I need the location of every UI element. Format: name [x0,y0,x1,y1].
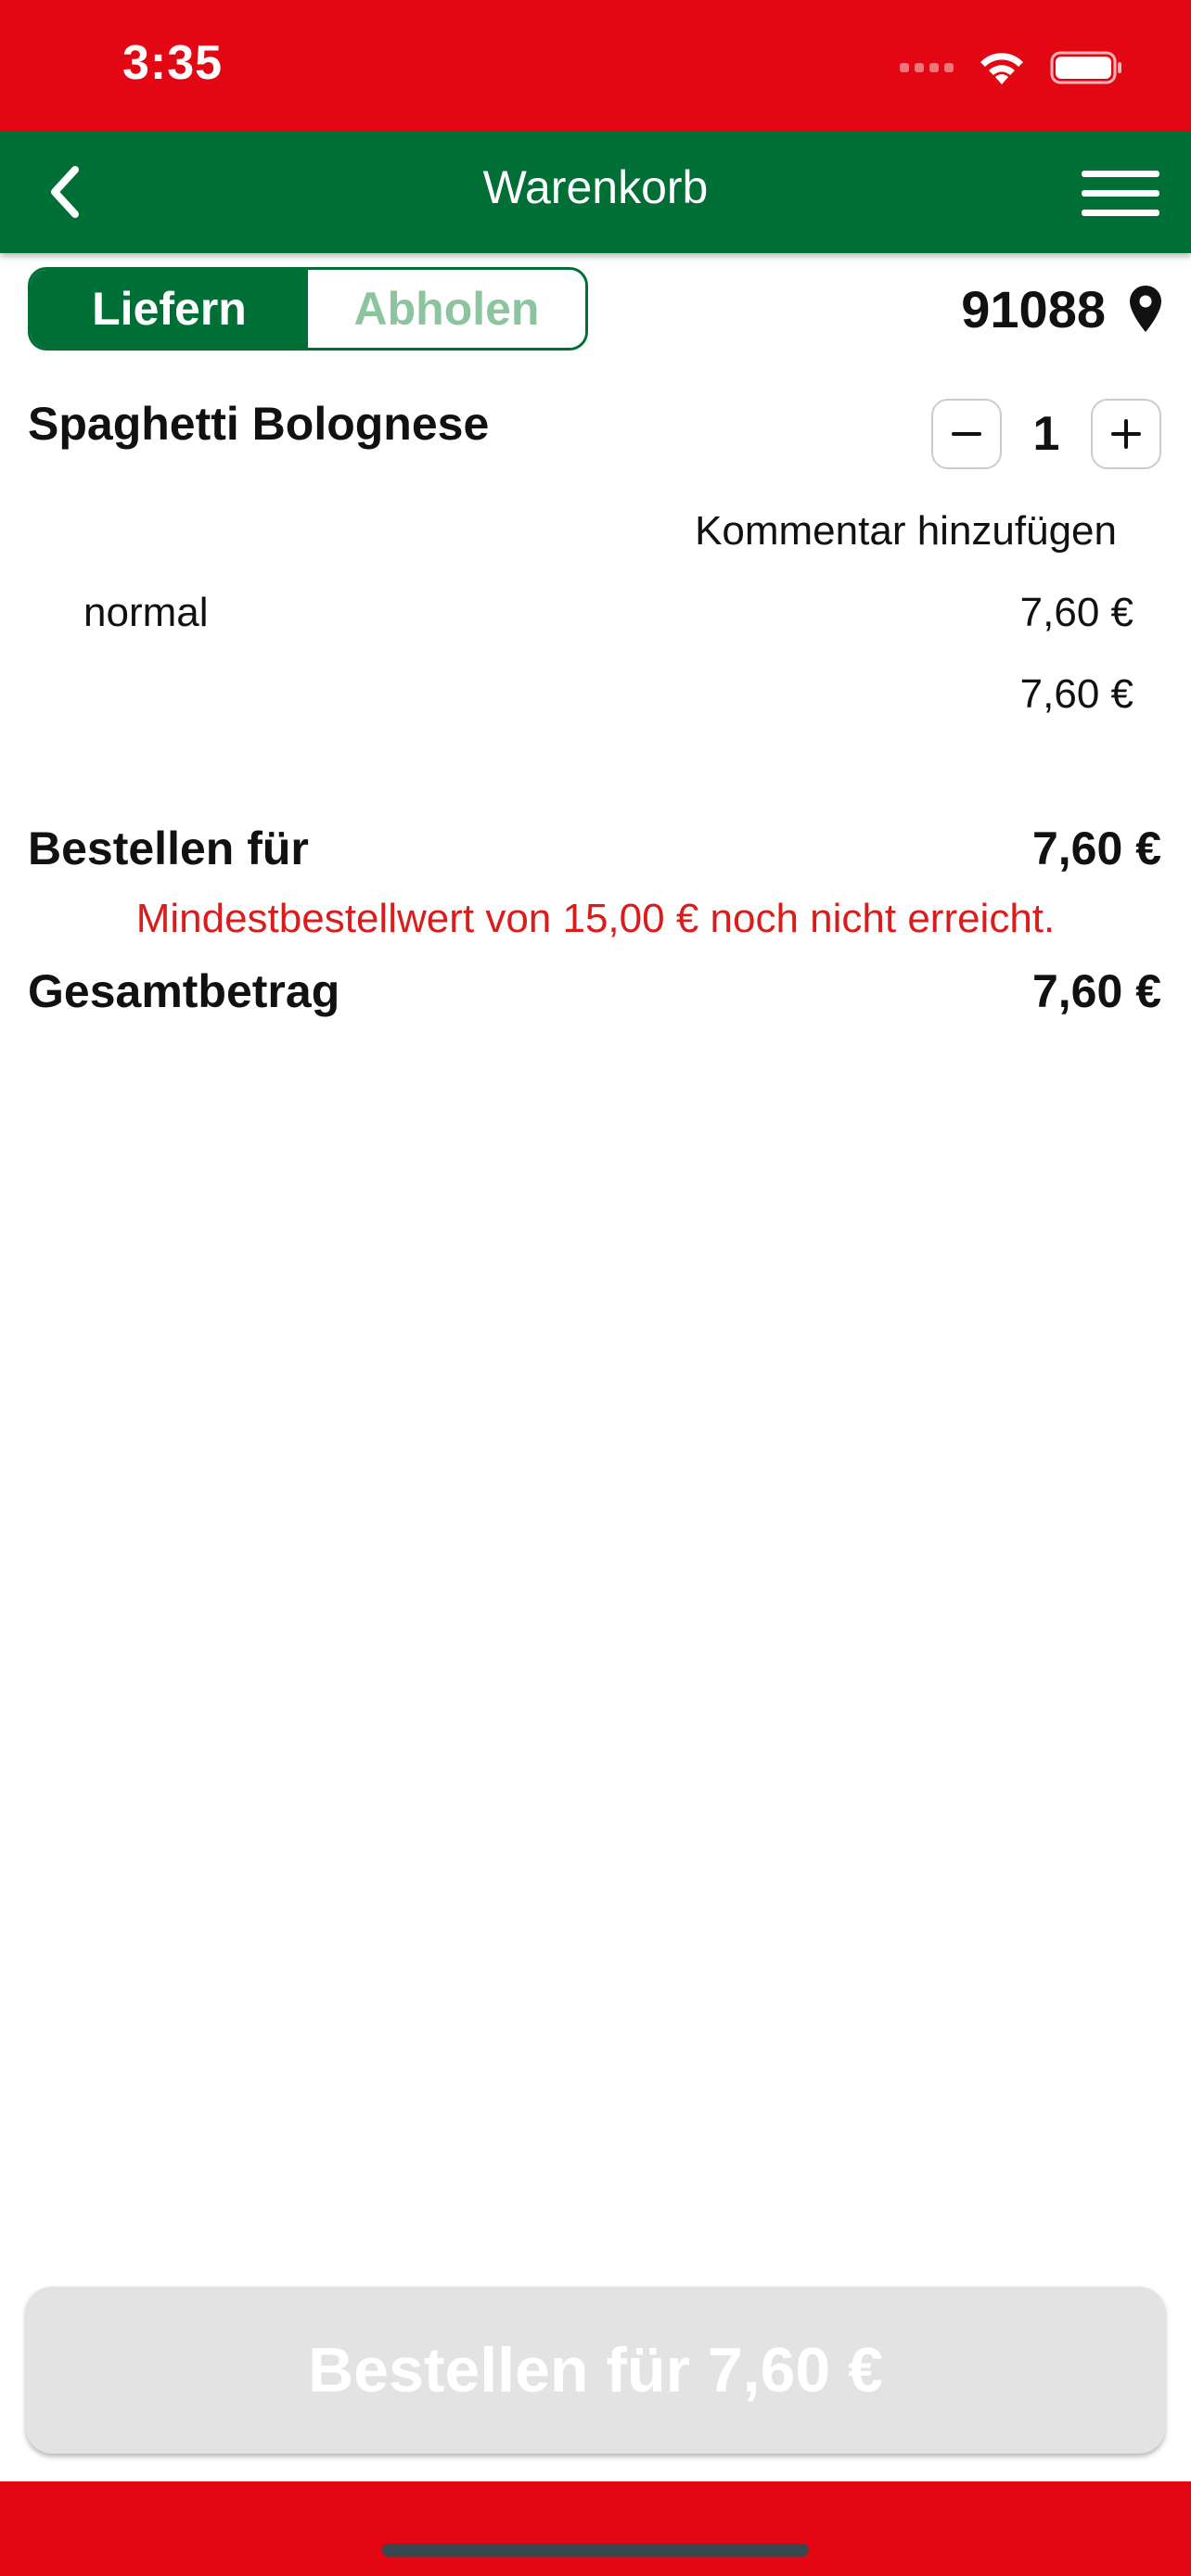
map-pin-icon [1130,286,1161,332]
wifi-icon [980,53,1023,84]
add-comment-link[interactable]: Kommentar hinzufügen [695,508,1117,555]
hamburger-menu-icon[interactable] [1082,160,1165,225]
mode-option-liefern[interactable]: Liefern [31,270,308,348]
decrease-quantity-button[interactable] [931,399,1002,469]
nav-bar: Warenkorb [0,131,1191,253]
quantity-stepper: 1 [931,399,1161,469]
location-zip: 91088 [961,279,1106,338]
delivery-mode-toggle: Liefern Abholen [28,267,588,351]
mode-option-abholen[interactable]: Abholen [308,270,585,348]
place-order-button[interactable]: Bestellen für 7,60 € [26,2287,1165,2454]
order-for-value: 7,60 € [1031,823,1161,874]
plus-icon [1111,419,1141,449]
minus-icon [952,432,981,436]
item-option-label: normal [83,590,209,635]
status-time: 3:35 [122,36,224,90]
status-bar: 3:35 [0,0,1191,131]
location-selector[interactable]: 91088 [961,274,1163,343]
order-for-label: Bestellen für [28,823,309,874]
quantity-value: 1 [1032,407,1060,461]
page-title: Warenkorb [482,161,709,213]
increase-quantity-button[interactable] [1091,399,1161,469]
item-subtotal: 7,60 € [1019,671,1133,717]
signal-icon [900,63,954,72]
item-option-price: 7,60 € [1019,590,1133,635]
total-label: Gesamtbetrag [28,965,340,1017]
minimum-order-warning: Mindestbestellwert von 15,00 € noch nich… [135,896,1056,941]
total-value: 7,60 € [1031,965,1161,1017]
bottom-bar [0,2481,1191,2576]
status-icons [900,46,1124,89]
cart-item-name: Spaghetti Bolognese [28,398,490,450]
home-indicator[interactable] [382,2544,809,2557]
battery-icon [1050,51,1121,84]
